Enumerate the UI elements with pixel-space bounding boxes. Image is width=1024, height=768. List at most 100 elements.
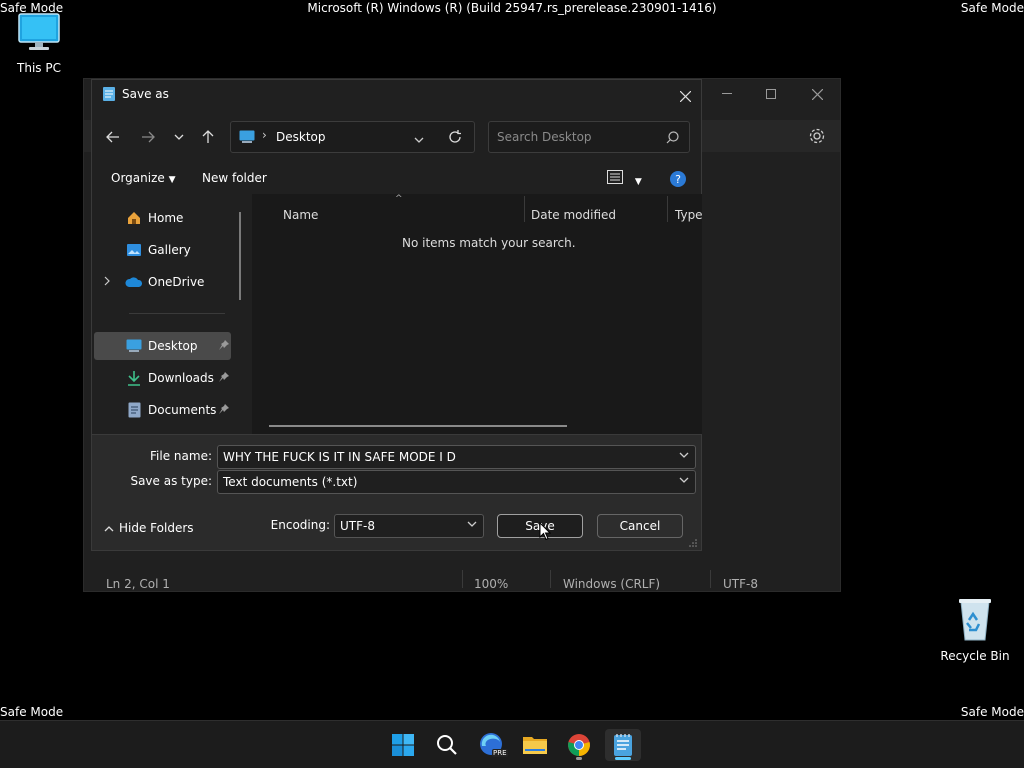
chevron-down-icon[interactable] [679, 450, 689, 461]
breadcrumb[interactable]: Desktop [276, 130, 326, 144]
taskbar-notepad-button[interactable] [605, 729, 641, 761]
nav-item-label: Documents [148, 403, 217, 417]
mouse-cursor-icon [539, 522, 551, 541]
caret-down-icon: ▼ [168, 175, 176, 185]
nav-item-label: Desktop [148, 339, 198, 353]
column-divider[interactable] [524, 196, 525, 222]
pin-icon [219, 339, 229, 353]
desktop-icon-this-pc[interactable]: This PC [4, 10, 74, 75]
nav-item-documents[interactable]: Documents [94, 396, 231, 424]
close-icon [679, 90, 691, 102]
nav-item-label: OneDrive [148, 275, 205, 289]
safe-mode-label-bl: Safe Mode [0, 705, 64, 719]
taskbar: PRE [0, 720, 1024, 768]
save-as-type-select[interactable]: Text documents (*.txt) [217, 470, 696, 494]
new-folder-button[interactable]: New folder [202, 171, 267, 185]
search-box[interactable]: Search Desktop [488, 121, 690, 153]
empty-message: No items match your search. [402, 236, 576, 250]
up-button[interactable] [196, 125, 220, 149]
status-divider [462, 570, 463, 588]
forward-button[interactable] [136, 125, 160, 149]
safe-mode-label-br: Safe Mode [960, 705, 1024, 719]
save-options-panel: File name: WHY THE FUCK IS IT IN SAFE MO… [92, 434, 701, 550]
chevron-down-icon [467, 519, 477, 530]
cancel-button[interactable]: Cancel [597, 514, 683, 538]
search-input[interactable]: Search Desktop [497, 130, 592, 144]
nav-item-onedrive[interactable]: OneDrive [94, 268, 231, 296]
status-line-endings: Windows (CRLF) [563, 577, 661, 591]
arrow-left-icon [106, 131, 119, 143]
file-name-input[interactable]: WHY THE FUCK IS IT IN SAFE MODE I D [217, 445, 696, 469]
sort-ascending-icon: ^ [395, 194, 403, 204]
column-header-date-modified[interactable]: Date modified [531, 208, 616, 222]
nav-scrollbar[interactable] [239, 212, 241, 300]
nav-divider [129, 313, 225, 314]
chrome-icon [568, 734, 590, 756]
status-zoom: 100% [474, 577, 509, 591]
search-icon [437, 735, 457, 755]
resize-grip-icon[interactable] [689, 539, 697, 547]
refresh-icon [449, 130, 461, 143]
expand-chevron-icon[interactable] [104, 275, 110, 289]
nav-item-home[interactable]: Home [94, 204, 231, 232]
hide-folders-button[interactable]: Hide Folders [104, 521, 194, 535]
save-as-type-value: Text documents (*.txt) [223, 475, 358, 489]
document-icon [125, 401, 143, 419]
nav-item-downloads[interactable]: Downloads [94, 364, 231, 392]
encoding-label: Encoding: [270, 518, 330, 532]
taskbar-file-explorer-button[interactable] [517, 729, 553, 761]
encoding-select[interactable]: UTF-8 [334, 514, 484, 538]
notepad-icon [614, 734, 632, 756]
breadcrumb-separator-icon: › [262, 128, 267, 142]
notepad-icon [103, 87, 115, 101]
monitor-icon [18, 13, 60, 50]
arrow-up-icon [202, 130, 214, 143]
nav-item-desktop[interactable]: Desktop [94, 332, 231, 360]
start-button[interactable] [385, 729, 421, 761]
details-view-icon [607, 170, 623, 184]
gear-icon [809, 128, 825, 144]
desktop-icon [125, 337, 143, 355]
recycle-bin-icon [959, 599, 991, 641]
search-icon [666, 131, 679, 144]
taskbar-chrome-button[interactable] [561, 729, 597, 761]
minimize-button[interactable] [704, 79, 750, 109]
close-icon [811, 88, 823, 100]
file-explorer-icon [523, 737, 547, 754]
desktop-icon-recycle-bin[interactable]: Recycle Bin [940, 596, 1010, 663]
organize-button[interactable]: Organize ▼ [111, 171, 176, 185]
taskbar-edge-button[interactable]: PRE [473, 729, 509, 761]
horizontal-scrollbar[interactable] [269, 425, 567, 427]
caret-down-icon: ▼ [634, 177, 642, 187]
dialog-close-button[interactable] [667, 82, 703, 110]
column-header-name[interactable]: Name [283, 208, 318, 222]
refresh-button[interactable] [443, 125, 467, 149]
encoding-value: UTF-8 [340, 519, 375, 533]
nav-item-label: Downloads [148, 371, 214, 385]
settings-button[interactable] [808, 127, 828, 147]
recent-locations-button[interactable] [167, 125, 191, 149]
nav-item-gallery[interactable]: Gallery [94, 236, 231, 264]
running-indicator [576, 757, 582, 760]
back-button[interactable] [101, 125, 125, 149]
file-name-value: WHY THE FUCK IS IT IN SAFE MODE I D [223, 450, 456, 464]
close-button[interactable] [794, 79, 840, 109]
file-list: ^ Name Date modified Type No items match… [252, 194, 703, 434]
address-dropdown-button[interactable] [414, 132, 424, 146]
column-divider[interactable] [667, 196, 668, 222]
view-options-button[interactable]: ▼ [607, 170, 642, 187]
onedrive-icon [125, 273, 143, 291]
chevron-up-icon [104, 526, 114, 532]
taskbar-search-button[interactable] [429, 729, 465, 761]
desktop-icon [239, 130, 255, 143]
hide-folders-label: Hide Folders [119, 521, 194, 535]
nav-item-label: Gallery [148, 243, 191, 257]
status-position: Ln 2, Col 1 [106, 577, 170, 591]
help-icon: ? [670, 171, 686, 187]
maximize-button[interactable] [748, 79, 794, 109]
desktop-icon-label: Recycle Bin [940, 649, 1010, 663]
column-header-type[interactable]: Type [675, 208, 703, 222]
status-divider [550, 570, 551, 588]
help-button[interactable]: ? [670, 171, 686, 190]
address-bar[interactable]: › Desktop [230, 121, 475, 153]
